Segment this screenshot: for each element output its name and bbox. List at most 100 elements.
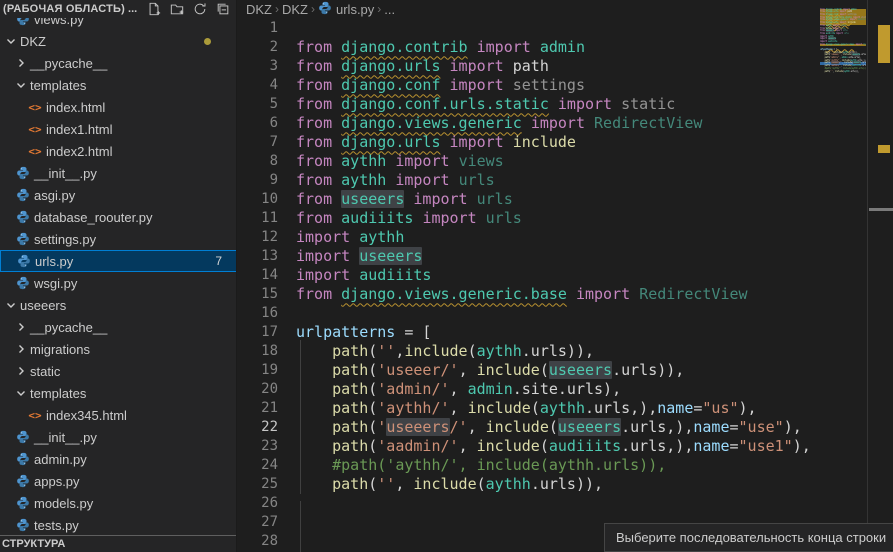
line-number[interactable]: 5: [238, 96, 278, 112]
new-folder-icon[interactable]: [169, 1, 185, 17]
breadcrumb-item[interactable]: ...: [384, 2, 395, 17]
tree-item-tests-py[interactable]: tests.py: [0, 514, 237, 536]
tree-item-static[interactable]: static: [0, 360, 237, 382]
line-number[interactable]: 3: [238, 58, 278, 74]
tree-item-wsgi-py[interactable]: wsgi.py: [0, 272, 237, 294]
tree-item-templates[interactable]: templates: [0, 382, 237, 404]
new-file-icon[interactable]: [146, 1, 162, 17]
code-line[interactable]: 19 path('useeer/', include(useeers.urls)…: [238, 360, 893, 379]
code-line[interactable]: 7from django.urls import include: [238, 132, 893, 151]
tree-item--init-py[interactable]: __init__.py: [0, 426, 237, 448]
tree-item-templates[interactable]: templates: [0, 74, 237, 96]
code-line[interactable]: 22 path('useeers/', include(useeers.urls…: [238, 417, 893, 436]
code-line[interactable]: 18 path('',include(aythh.urls)),: [238, 341, 893, 360]
cursor-position-marker: [869, 208, 893, 211]
line-number[interactable]: 21: [238, 400, 278, 416]
line-number[interactable]: 18: [238, 343, 278, 359]
code-line[interactable]: 20 path('admin/', admin.site.urls),: [238, 379, 893, 398]
code-line[interactable]: 6from django.views.generic import Redire…: [238, 113, 893, 132]
tree-item-settings-py[interactable]: settings.py: [0, 228, 237, 250]
line-number[interactable]: 15: [238, 286, 278, 302]
code-line[interactable]: 9from aythh import urls: [238, 170, 893, 189]
chevron-right-icon: [14, 344, 28, 354]
tree-item--init-py[interactable]: __init__.py: [0, 162, 237, 184]
line-number[interactable]: 9: [238, 172, 278, 188]
line-number[interactable]: 8: [238, 153, 278, 169]
workspace-section-header[interactable]: (РАБОЧАЯ ОБЛАСТЬ) ...: [0, 0, 237, 18]
tree-item-database-roouter-py[interactable]: database_roouter.py: [0, 206, 237, 228]
line-number[interactable]: 26: [238, 495, 278, 511]
line-number[interactable]: 25: [238, 476, 278, 492]
tree-item-urls-py[interactable]: urls.py7: [0, 250, 237, 272]
tree-item--pycache-[interactable]: __pycache__: [0, 52, 237, 74]
code-area[interactable]: 12from django.contrib import admin3from …: [238, 18, 893, 550]
overview-ruler[interactable]: [867, 0, 893, 552]
code-line[interactable]: 21 path('aythh/', include(aythh.urls,),n…: [238, 398, 893, 417]
line-number[interactable]: 28: [238, 533, 278, 549]
tree-item-models-py[interactable]: models.py: [0, 492, 237, 514]
code-line[interactable]: 16: [238, 303, 893, 322]
tree-item--pycache-[interactable]: __pycache__: [0, 316, 237, 338]
code-line[interactable]: 17 urlpatterns = [: [238, 322, 893, 341]
line-number[interactable]: 13: [238, 248, 278, 264]
line-number[interactable]: 2: [238, 39, 278, 55]
tree-item-label: __init__.py: [34, 430, 97, 445]
code-line[interactable]: 10from useeers import urls: [238, 189, 893, 208]
code-line-text: import audiiits: [296, 266, 431, 284]
code-line[interactable]: 2from django.contrib import admin: [238, 37, 893, 56]
line-number[interactable]: 1: [238, 20, 278, 36]
line-number[interactable]: 7: [238, 134, 278, 150]
code-line[interactable]: 5from django.conf.urls.static import sta…: [238, 94, 893, 113]
tree-item-label: DKZ: [20, 34, 46, 49]
code-line[interactable]: 12import aythh: [238, 227, 893, 246]
tree-item-apps-py[interactable]: apps.py: [0, 470, 237, 492]
code-line[interactable]: 1: [238, 18, 893, 37]
breadcrumb-item[interactable]: DKZ: [246, 2, 272, 17]
line-number[interactable]: 4: [238, 77, 278, 93]
tree-item-index345-html[interactable]: <>index345.html: [0, 404, 237, 426]
line-number[interactable]: 24: [238, 457, 278, 473]
tree-item-migrations[interactable]: migrations: [0, 338, 237, 360]
tree-item-useeers[interactable]: useeers: [0, 294, 237, 316]
line-number[interactable]: 11: [238, 210, 278, 226]
outline-section-header[interactable]: СТРУКТУРА: [0, 535, 237, 552]
line-number[interactable]: 12: [238, 229, 278, 245]
line-number[interactable]: 17: [238, 324, 278, 340]
line-number[interactable]: 19: [238, 362, 278, 378]
code-line[interactable]: 8from aythh import views: [238, 151, 893, 170]
code-line[interactable]: 14 import audiiits: [238, 265, 893, 284]
tree-item-dkz[interactable]: DKZ: [0, 30, 237, 52]
tree-item-label: index2.html: [46, 144, 112, 159]
code-line[interactable]: 23 path('aadmin/', include(audiiits.urls…: [238, 436, 893, 455]
code-line[interactable]: 26: [238, 493, 893, 512]
tree-item-admin-py[interactable]: admin.py: [0, 448, 237, 470]
line-number[interactable]: 22: [238, 419, 278, 435]
code-line-text: urlpatterns = [: [296, 323, 431, 341]
tree-item-index-html[interactable]: <>index.html: [0, 96, 237, 118]
tree-item-asgi-py[interactable]: asgi.py: [0, 184, 237, 206]
line-number[interactable]: 27: [238, 514, 278, 530]
breadcrumb-item[interactable]: DKZ: [282, 2, 308, 17]
code-line[interactable]: 11from audiiits import urls: [238, 208, 893, 227]
code-line[interactable]: 25 path('', include(aythh.urls)),: [238, 474, 893, 493]
python-file-icon: [14, 452, 32, 466]
line-number[interactable]: 23: [238, 438, 278, 454]
code-line[interactable]: 3from django.urls import path: [238, 56, 893, 75]
line-number[interactable]: 20: [238, 381, 278, 397]
chevron-down-icon: [14, 388, 28, 398]
code-line[interactable]: 13import useeers: [238, 246, 893, 265]
line-number[interactable]: 14: [238, 267, 278, 283]
refresh-icon[interactable]: [192, 1, 208, 17]
line-number[interactable]: 16: [238, 305, 278, 321]
tree-item-index1-html[interactable]: <>index1.html: [0, 118, 237, 140]
tree-item-index2-html[interactable]: <>index2.html: [0, 140, 237, 162]
minimap[interactable]: from django.contrib import adminfrom dja…: [820, 6, 866, 92]
breadcrumb-item[interactable]: urls.py: [318, 1, 374, 18]
line-number[interactable]: 10: [238, 191, 278, 207]
code-line[interactable]: 15from django.views.generic.base import …: [238, 284, 893, 303]
code-line[interactable]: 24 #path('aythh/', include(aythh.urls)),: [238, 455, 893, 474]
collapse-folders-icon[interactable]: [215, 1, 231, 17]
line-number[interactable]: 6: [238, 115, 278, 131]
breadcrumb-separator-icon: ›: [377, 2, 381, 16]
code-line[interactable]: 4from django.conf import settings: [238, 75, 893, 94]
